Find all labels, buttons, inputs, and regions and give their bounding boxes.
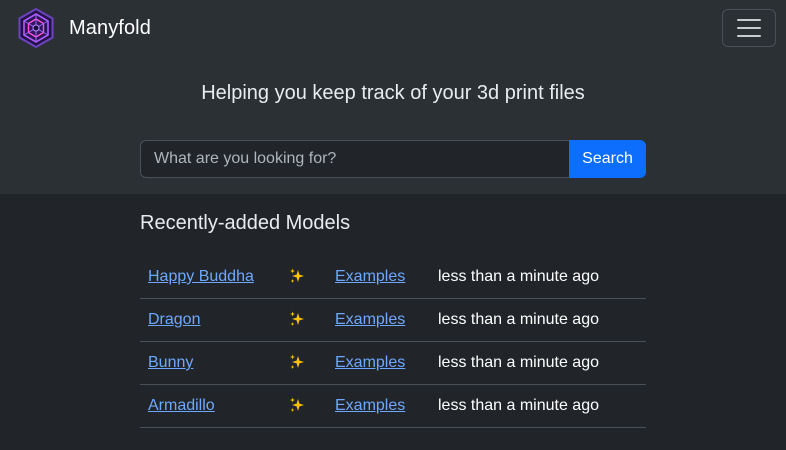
sparkles-icon xyxy=(290,397,304,412)
recent-models-title: Recently-added Models xyxy=(140,212,351,234)
navbar: Manyfold xyxy=(0,0,786,56)
sparkles-icon xyxy=(290,268,304,283)
table-row: Dragon Examples less than a minute ago xyxy=(140,298,646,342)
hamburger-menu-icon-bar xyxy=(737,35,761,37)
library-link[interactable]: Examples xyxy=(335,397,405,414)
added-time: less than a minute ago xyxy=(438,298,646,342)
sparkles-icon xyxy=(290,354,304,369)
model-link[interactable]: Bunny xyxy=(148,354,193,371)
hamburger-menu-button[interactable] xyxy=(722,9,776,47)
search-input[interactable] xyxy=(140,140,569,178)
library-link[interactable]: Examples xyxy=(335,354,405,371)
model-link[interactable]: Armadillo xyxy=(148,397,215,414)
brand-name: Manyfold xyxy=(69,16,151,39)
added-time: less than a minute ago xyxy=(438,256,646,299)
recent-models-table: Happy Buddha Examples less than a minute… xyxy=(140,256,646,428)
sparkles-icon xyxy=(290,311,304,326)
search-button[interactable]: Search xyxy=(569,140,646,178)
hamburger-menu-icon-bar xyxy=(737,27,761,29)
library-link[interactable]: Examples xyxy=(335,311,405,328)
table-row: Armadillo Examples less than a minute ag… xyxy=(140,384,646,428)
brand-link[interactable]: Manyfold xyxy=(16,8,151,48)
table-row: Happy Buddha Examples less than a minute… xyxy=(140,256,646,299)
model-link[interactable]: Dragon xyxy=(148,311,200,328)
library-link[interactable]: Examples xyxy=(335,268,405,285)
search-form: Search xyxy=(140,140,646,178)
hero-section: Helping you keep track of your 3d print … xyxy=(0,56,786,194)
hero-tagline: Helping you keep track of your 3d print … xyxy=(201,82,585,104)
added-time: less than a minute ago xyxy=(438,384,646,428)
table-row: Bunny Examples less than a minute ago xyxy=(140,341,646,385)
hamburger-menu-icon xyxy=(737,19,761,21)
manyfold-logo-icon xyxy=(18,8,54,48)
added-time: less than a minute ago xyxy=(438,341,646,385)
model-link[interactable]: Happy Buddha xyxy=(148,268,254,285)
